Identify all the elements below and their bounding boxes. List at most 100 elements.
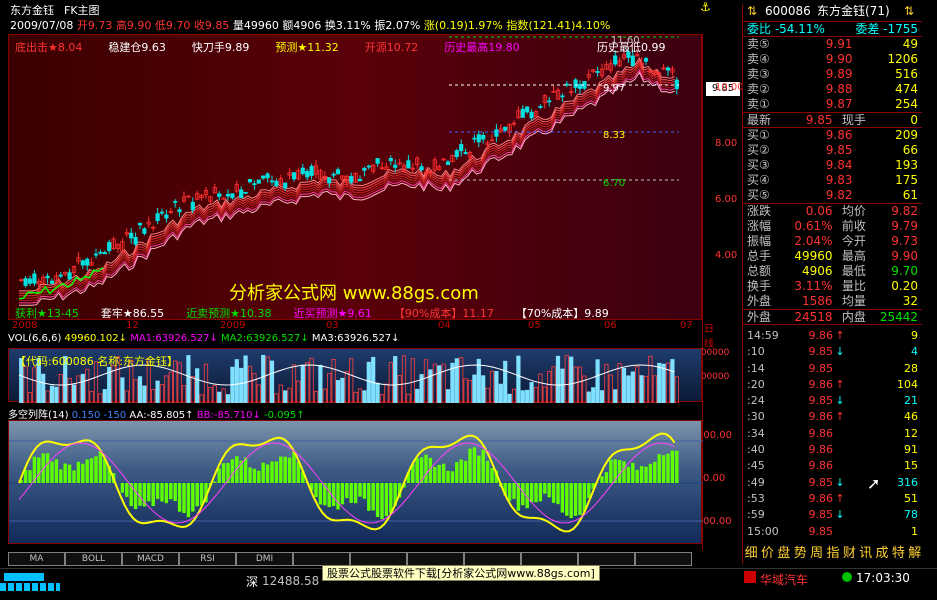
tick-time: :59 xyxy=(747,508,765,522)
oscillator-bar xyxy=(292,451,296,483)
bid-row[interactable]: 买④ 9.83 175 xyxy=(743,173,922,188)
oscillator-bar xyxy=(213,481,217,483)
tick-time: :14 xyxy=(747,361,765,375)
ask-row[interactable]: 卖① 9.87 254 xyxy=(743,97,922,112)
tick-list[interactable]: 14:59 9.86 ↑ 9:10 9.85 ↓ 4:14 9.85 28:20 9.86 ↑ 104… xyxy=(743,324,922,540)
oscillator-bar xyxy=(45,453,50,483)
ask-row[interactable]: 卖④ 9.90 1206 xyxy=(743,52,922,67)
volume-bar xyxy=(648,355,653,403)
function-key[interactable]: 特 xyxy=(890,542,906,561)
tick-row: :10 9.85 ↓ 4 xyxy=(743,344,922,360)
code-label: 【代码:600086 名称:东方金钰】 xyxy=(15,355,178,368)
oscillator-bar xyxy=(670,450,675,483)
candle-body xyxy=(388,157,393,162)
volume-bar xyxy=(362,390,367,403)
ask-row[interactable]: 卖② 9.88 474 xyxy=(743,82,922,97)
oscillator-bar xyxy=(349,483,353,503)
bid-row[interactable]: 买③ 9.84 193 xyxy=(743,158,922,173)
tab-empty[interactable] xyxy=(521,552,578,566)
tick-direction xyxy=(833,361,847,377)
function-key[interactable]: 成 xyxy=(874,542,890,561)
stock-right-label[interactable]: 华域汽车 xyxy=(760,571,808,588)
tick-time: :30 xyxy=(747,410,765,424)
tab-macd[interactable]: MACD xyxy=(122,552,179,566)
now-vol: 0 xyxy=(910,113,918,127)
indicator-label: 【90%成本】11.17 xyxy=(393,307,494,320)
alert-icon[interactable] xyxy=(744,571,756,583)
tab-ma[interactable]: MA xyxy=(8,552,65,566)
volume-bar xyxy=(626,375,631,403)
volume-bar xyxy=(494,371,499,403)
tab-empty[interactable] xyxy=(635,552,692,566)
bid-row[interactable]: 买⑤ 9.82 61 xyxy=(743,188,922,203)
tick-row: :24 9.85 ↓ 21 xyxy=(743,393,922,409)
stat-value: 49960 xyxy=(794,249,833,263)
bid-row[interactable]: 买① 9.86 209 xyxy=(743,128,922,143)
candle-body xyxy=(357,178,363,182)
candle-body xyxy=(85,258,90,266)
volume-bar xyxy=(621,367,627,403)
volume-bar xyxy=(45,390,50,403)
function-key[interactable]: 价 xyxy=(759,542,775,561)
volume-bar xyxy=(467,379,473,403)
function-key[interactable]: 周 xyxy=(808,542,824,561)
candle-body xyxy=(529,111,534,119)
tab-empty[interactable] xyxy=(293,552,350,566)
volume-bar xyxy=(445,389,451,403)
oscillator-bar xyxy=(169,483,173,500)
candle-body xyxy=(225,193,231,197)
volume-bar xyxy=(80,373,85,403)
oscillator-chart[interactable] xyxy=(8,420,703,544)
candle-body xyxy=(107,242,112,252)
bid-volume: 209 xyxy=(895,128,918,142)
oscillator-bar xyxy=(600,476,604,483)
function-key[interactable]: 势 xyxy=(792,542,808,561)
bid-volume: 66 xyxy=(902,143,918,157)
stat-row: 振幅 2.04% 今开 9.73 xyxy=(743,234,922,249)
function-key[interactable]: 财 xyxy=(841,542,857,561)
y-tick: 8.00 xyxy=(715,138,738,149)
bid-row[interactable]: 买② 9.85 66 xyxy=(743,143,922,158)
function-key[interactable]: 讯 xyxy=(858,542,874,561)
function-key[interactable]: 指 xyxy=(825,542,841,561)
tick-direction: ↓ xyxy=(835,345,845,359)
tick-row: :34 9.86 12 xyxy=(743,426,922,442)
period-label[interactable]: 日线 xyxy=(704,320,714,350)
tab-dmi[interactable]: DMI xyxy=(236,552,293,566)
indicator-label: 获利★13-45 xyxy=(15,307,79,320)
function-key[interactable]: 细 xyxy=(743,542,759,561)
time-tick: 06 xyxy=(604,320,617,331)
tab-empty[interactable] xyxy=(407,552,464,566)
stat-value: 9.82 xyxy=(891,204,918,218)
tick-row: :20 9.86 ↑ 104 xyxy=(743,377,922,393)
tab-rsi[interactable]: RSI xyxy=(179,552,236,566)
stat-label: 均量 xyxy=(841,294,866,308)
tick-row: :14 9.85 28 xyxy=(743,361,922,377)
function-key[interactable]: 解 xyxy=(907,542,923,561)
price-chart[interactable]: 底出击★8.04 稳建仓9.63 快刀手9.89 预测★11.32 开源10.72 历史最… xyxy=(8,34,702,320)
tab-empty[interactable] xyxy=(578,552,635,566)
tab-boll[interactable]: BOLL xyxy=(65,552,122,566)
oscillator-bar xyxy=(125,483,129,497)
stat-value: 9.73 xyxy=(891,234,918,248)
nav-arrow-icon[interactable]: ⇅ xyxy=(747,4,765,21)
anchor-icon[interactable]: ⚓ xyxy=(700,0,711,14)
time-tick: 2009 xyxy=(220,320,246,331)
oscillator-bar xyxy=(314,483,318,497)
volume-header: VOL(6,6,6) 49960.102↓ MA1:63926.527↓ MA2… xyxy=(8,333,702,347)
nav-arrow-icon[interactable]: ⇅ xyxy=(904,4,918,21)
volume-bar xyxy=(340,377,345,403)
volume-bar xyxy=(538,373,543,403)
stat-row: 涨幅 0.61% 前收 9.79 xyxy=(743,219,922,234)
ask-row[interactable]: 卖③ 9.89 516 xyxy=(743,67,922,82)
ask-row[interactable]: 卖⑤ 9.91 49 xyxy=(743,37,922,52)
stat-label: 涨幅 xyxy=(747,219,772,233)
low-label: 低9.70 xyxy=(154,19,191,32)
function-key[interactable]: 盘 xyxy=(776,542,792,561)
tab-empty[interactable] xyxy=(350,552,407,566)
oscillator-bar xyxy=(252,468,257,483)
bid-label: 买② xyxy=(747,143,770,157)
tab-empty[interactable] xyxy=(464,552,521,566)
volume-chart[interactable]: 【代码:600086 名称:东方金钰】 xyxy=(8,348,702,403)
volume-bar xyxy=(331,359,336,403)
